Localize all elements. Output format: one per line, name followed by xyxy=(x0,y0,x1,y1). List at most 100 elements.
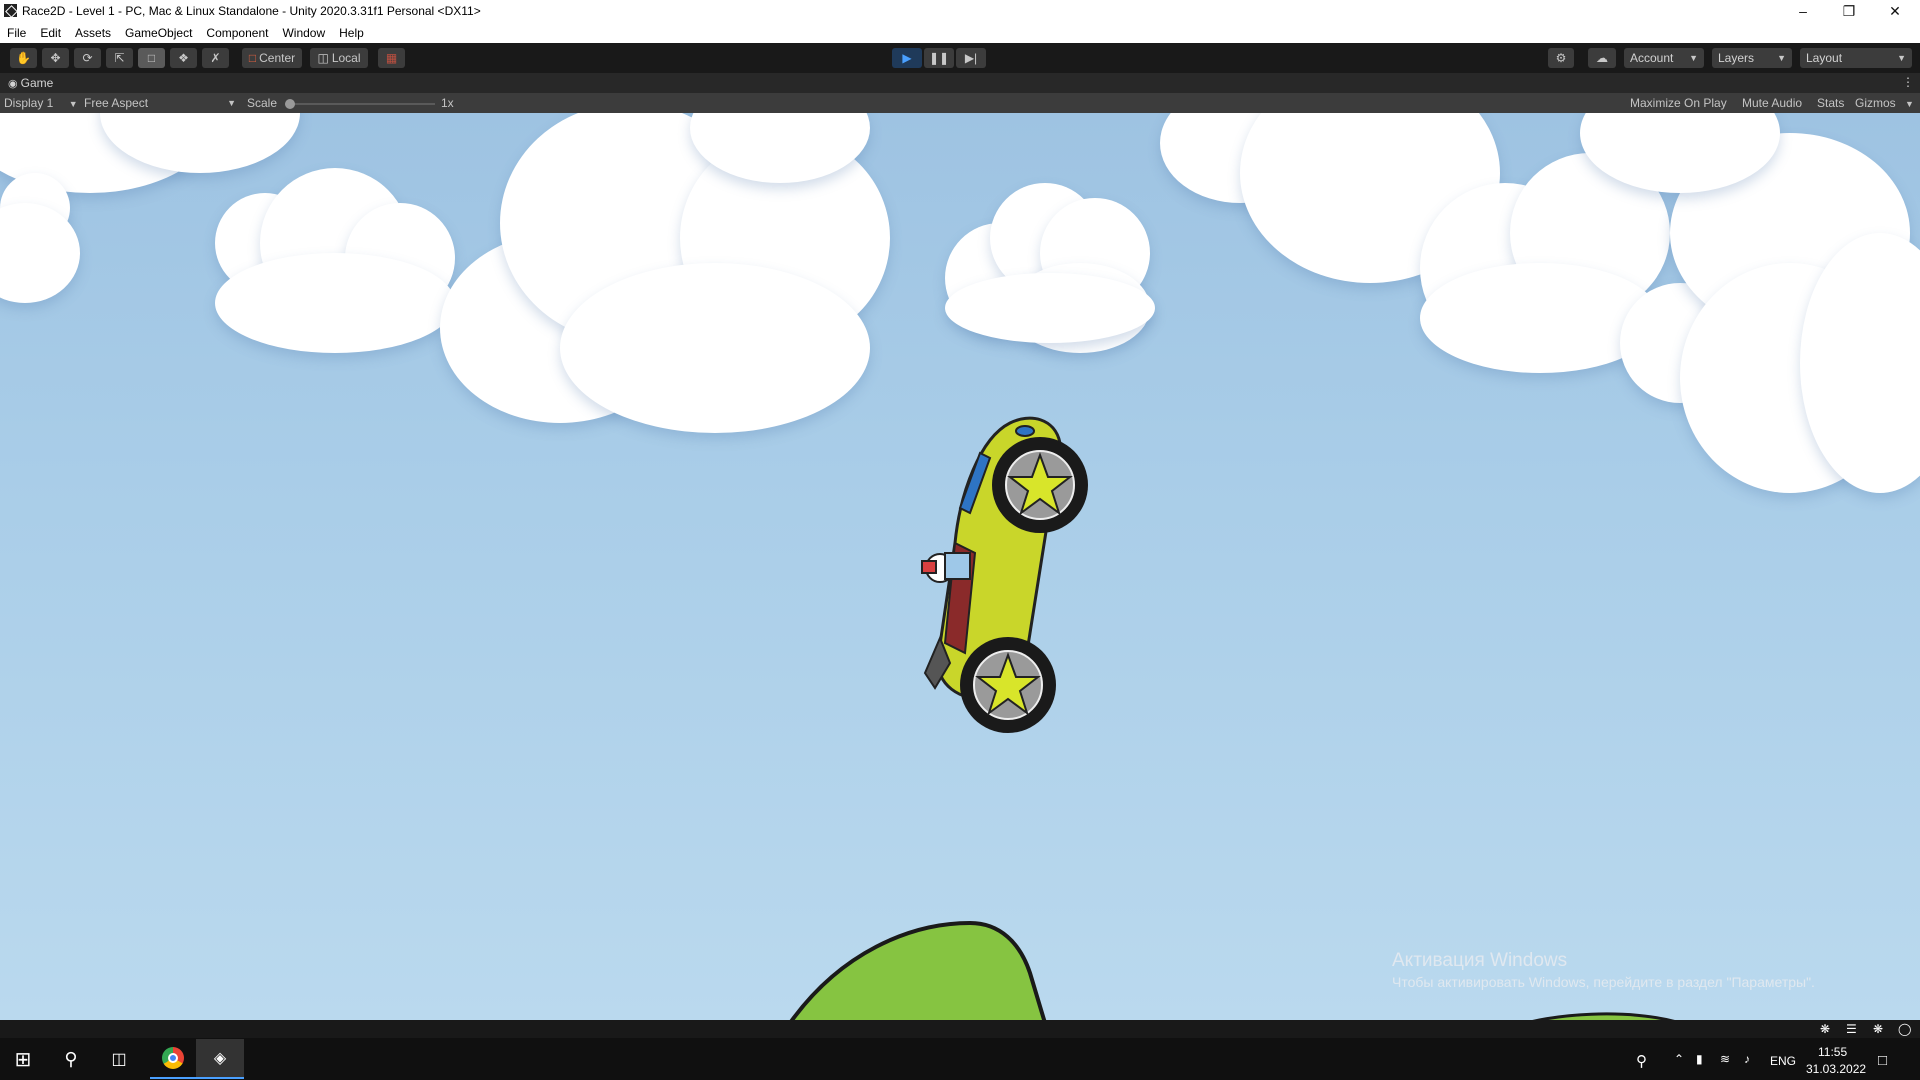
account-label: Account xyxy=(1630,51,1674,65)
maximize-on-play-toggle[interactable]: Maximize On Play xyxy=(1630,96,1727,110)
pause-button[interactable]: ❚❚ xyxy=(924,48,954,68)
menu-bar: File Edit Assets GameObject Component Wi… xyxy=(0,22,1920,43)
move-icon: ✥ xyxy=(50,51,61,65)
chevron-down-icon: ▼ xyxy=(1905,99,1914,109)
unity-taskbar-icon[interactable]: ◈ xyxy=(196,1039,244,1079)
front-wheel xyxy=(992,437,1088,533)
clock-time[interactable]: 11:55 xyxy=(1818,1045,1847,1059)
game-view[interactable]: Активация Windows Чтобы активировать Win… xyxy=(0,113,1920,1020)
gizmos-dropdown[interactable]: Gizmos ▼ xyxy=(1855,96,1914,110)
gizmos-label: Gizmos xyxy=(1855,96,1896,110)
tray-icon-3[interactable]: ❋ xyxy=(1873,1022,1883,1036)
pivot-icon: □ xyxy=(248,51,257,65)
notifications-icon[interactable]: □ xyxy=(1878,1052,1887,1069)
pivot-local-label: Local xyxy=(331,51,361,65)
tray-icon-2[interactable]: ☰ xyxy=(1846,1022,1857,1036)
display-dropdown[interactable]: Display 1 ▼ xyxy=(4,96,78,110)
rear-wheel xyxy=(960,637,1056,733)
game-view-controls: Display 1 ▼ Free Aspect ▼ Scale 1x Maxim… xyxy=(0,93,1920,113)
aspect-label: Free Aspect xyxy=(84,96,149,110)
people-icon[interactable]: ⚲ xyxy=(1636,1052,1647,1070)
scale-tool-button[interactable]: ⇱ xyxy=(106,48,133,68)
wifi-icon[interactable]: ≋ xyxy=(1720,1052,1730,1066)
stats-toggle[interactable]: Stats xyxy=(1817,96,1844,110)
pivot-center-button[interactable]: □ Center xyxy=(242,48,302,68)
tab-game[interactable]: ◉ Game xyxy=(8,76,53,90)
tray-icon-4[interactable]: ◯ xyxy=(1898,1022,1911,1036)
play-button[interactable]: ▶ xyxy=(892,48,922,68)
rotate-tool-button[interactable]: ⟳ xyxy=(74,48,101,68)
chevron-down-icon: ▼ xyxy=(1689,53,1698,63)
menu-file[interactable]: File xyxy=(0,26,33,40)
grid-snap-button[interactable]: ▦ xyxy=(378,48,405,68)
chevron-down-icon: ▼ xyxy=(1897,53,1906,63)
battery-icon[interactable]: ▮ xyxy=(1696,1052,1703,1066)
task-view-icon[interactable]: ◫ xyxy=(96,1039,142,1079)
aspect-dropdown[interactable]: Free Aspect ▼ xyxy=(84,96,236,110)
local-icon: ◫ xyxy=(317,51,329,65)
cloud-button[interactable]: ☁ xyxy=(1588,48,1616,68)
tray-icon-1[interactable]: ❋ xyxy=(1820,1022,1830,1036)
transform-tool-button[interactable]: ❖ xyxy=(170,48,197,68)
scale-icon: ⇱ xyxy=(114,51,125,65)
rect-tool-button[interactable]: □ xyxy=(138,48,165,68)
pause-icon: ❚❚ xyxy=(928,51,950,65)
grid-icon: ▦ xyxy=(385,51,398,65)
minimize-button[interactable]: – xyxy=(1780,0,1826,22)
menu-window[interactable]: Window xyxy=(275,26,332,40)
menu-help[interactable]: Help xyxy=(332,26,371,40)
step-icon: ▶| xyxy=(964,51,978,65)
chevron-down-icon: ▼ xyxy=(1777,53,1786,63)
tools-icon: ✗ xyxy=(210,51,221,65)
chevron-up-icon[interactable]: ⌃ xyxy=(1674,1052,1684,1066)
unity-app-icon xyxy=(4,4,17,17)
layout-dropdown[interactable]: Layout ▼ xyxy=(1800,48,1912,68)
display-label: Display 1 xyxy=(4,96,54,110)
layout-label: Layout xyxy=(1806,51,1843,65)
windows-start-icon[interactable]: ⊞ xyxy=(0,1039,46,1079)
clock-date[interactable]: 31.03.2022 xyxy=(1806,1062,1866,1076)
hill-sprite-right xyxy=(1532,1012,1675,1020)
play-icon: ▶ xyxy=(902,51,912,65)
step-button[interactable]: ▶| xyxy=(956,48,986,68)
main-toolbar: ✋ ✥ ⟳ ⇱ □ ❖ ✗ □ Center ◫ Local ▦ ▶ ❚❚ ▶|… xyxy=(0,43,1920,73)
windows-activation-watermark: Активация Windows Чтобы активировать Win… xyxy=(1392,950,1815,990)
collab-button[interactable]: ⚙ xyxy=(1548,48,1574,68)
window-title: Race2D - Level 1 - PC, Mac & Linux Stand… xyxy=(22,4,481,18)
cloud-icon: ☁ xyxy=(1596,51,1608,65)
windows-taskbar: ❋ ☰ ❋ ◯ ⊞ ⚲ ◫ ◈ ⚲ ⌃ ▮ ≋ ♪ ENG 11:55 31.0… xyxy=(0,1020,1920,1080)
hand-tool-button[interactable]: ✋ xyxy=(10,48,37,68)
chevron-down-icon: ▼ xyxy=(68,99,78,109)
taskbar-top-strip: ❋ ☰ ❋ ◯ xyxy=(0,1020,1920,1038)
close-button[interactable]: ✕ xyxy=(1872,0,1918,22)
volume-icon[interactable]: ♪ xyxy=(1744,1052,1750,1066)
chrome-icon xyxy=(162,1047,184,1069)
scale-value: 1x xyxy=(441,96,454,110)
game-tab-header: ◉ Game ⋮ xyxy=(0,73,1920,93)
move-tool-button[interactable]: ✥ xyxy=(42,48,69,68)
window-title-bar: Race2D - Level 1 - PC, Mac & Linux Stand… xyxy=(0,0,1920,22)
menu-edit[interactable]: Edit xyxy=(33,26,68,40)
search-icon[interactable]: ⚲ xyxy=(48,1039,94,1079)
rotate-icon: ⟳ xyxy=(82,51,93,65)
hand-icon: ✋ xyxy=(16,51,31,65)
menu-gameobject[interactable]: GameObject xyxy=(118,26,199,40)
watermark-title: Активация Windows xyxy=(1392,950,1568,971)
pivot-local-button[interactable]: ◫ Local xyxy=(310,48,368,68)
menu-component[interactable]: Component xyxy=(199,26,275,40)
rect-icon: □ xyxy=(147,51,156,65)
layers-dropdown[interactable]: Layers ▼ xyxy=(1712,48,1792,68)
menu-assets[interactable]: Assets xyxy=(68,26,118,40)
scale-slider-thumb[interactable] xyxy=(285,99,295,109)
scale-slider-track[interactable] xyxy=(285,103,435,105)
account-dropdown[interactable]: Account ▼ xyxy=(1624,48,1704,68)
restore-button[interactable]: ❐ xyxy=(1826,0,1872,22)
custom-tool-button[interactable]: ✗ xyxy=(202,48,229,68)
car-sprite xyxy=(921,416,1088,733)
mute-audio-toggle[interactable]: Mute Audio xyxy=(1742,96,1802,110)
chrome-taskbar-icon[interactable] xyxy=(150,1039,196,1079)
kebab-menu-icon[interactable]: ⋮ xyxy=(1902,75,1914,89)
language-indicator[interactable]: ENG xyxy=(1770,1054,1796,1068)
pivot-center-label: Center xyxy=(259,51,296,65)
watermark-subtitle: Чтобы активировать Windows, перейдите в … xyxy=(1392,974,1815,990)
